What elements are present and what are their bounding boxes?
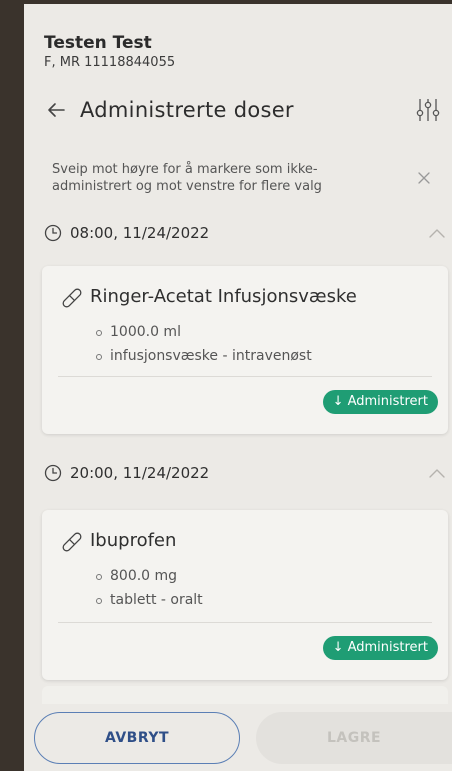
drug-name: Ibuprofen — [90, 530, 177, 551]
clock-icon — [44, 224, 62, 242]
dose-amount: 800.0 mg — [94, 564, 203, 588]
drug-name: Ringer-Acetat Infusjonsvæske — [90, 286, 357, 307]
top-bar: Administrerte doser — [24, 90, 452, 132]
card-divider — [58, 376, 432, 377]
dose-route: tablett - oralt — [94, 588, 203, 612]
administered-status-badge: ↓ Administrert — [322, 636, 438, 660]
time-group-label: 20:00, 11/24/2022 — [70, 464, 210, 482]
administered-status-badge: ↓ Administrert — [322, 390, 438, 414]
device-frame: Testen Test F, MR 11118844055 Administre… — [0, 0, 452, 771]
pill-icon — [62, 532, 82, 552]
cancel-button[interactable]: AVBRYT — [34, 712, 240, 764]
patient-id: F, MR 11118844055 — [44, 55, 176, 70]
app-screen: Testen Test F, MR 11118844055 Administre… — [24, 4, 452, 771]
dose-card[interactable]: Ringer-Acetat Infusjonsvæske 1000.0 ml i… — [42, 266, 448, 434]
dose-route: infusjonsvæske - intravenøst — [94, 344, 312, 368]
time-group-label: 08:00, 11/24/2022 — [70, 224, 210, 242]
card-divider — [58, 622, 432, 623]
chevron-up-icon[interactable] — [428, 466, 446, 480]
dose-details: 1000.0 ml infusjonsvæske - intravenøst — [94, 320, 312, 368]
arrow-left-icon[interactable] — [44, 98, 68, 122]
save-button[interactable]: LAGRE — [256, 712, 452, 764]
dose-details: 800.0 mg tablett - oralt — [94, 564, 203, 612]
dose-card[interactable]: Ibuprofen 800.0 mg tablett - oralt ↓ Adm… — [42, 510, 448, 680]
chevron-up-icon[interactable] — [428, 226, 446, 240]
swipe-hint-banner: Sveip mot høyre for å markere som ikke-a… — [24, 156, 452, 206]
time-group-header[interactable]: 20:00, 11/24/2022 — [24, 456, 452, 492]
bottom-action-bar: AVBRYT LAGRE — [24, 704, 452, 771]
clock-icon — [44, 464, 62, 482]
patient-header: Testen Test F, MR 11118844055 — [44, 32, 442, 72]
patient-name: Testen Test — [44, 33, 152, 53]
swipe-hint-text: Sveip mot høyre for å markere som ikke-a… — [52, 162, 322, 194]
page-title: Administrerte doser — [80, 98, 294, 122]
pill-icon — [62, 288, 82, 308]
sliders-icon[interactable] — [416, 96, 440, 124]
time-group-header[interactable]: 08:00, 11/24/2022 — [24, 216, 452, 252]
close-icon[interactable] — [416, 170, 432, 186]
dose-amount: 1000.0 ml — [94, 320, 312, 344]
